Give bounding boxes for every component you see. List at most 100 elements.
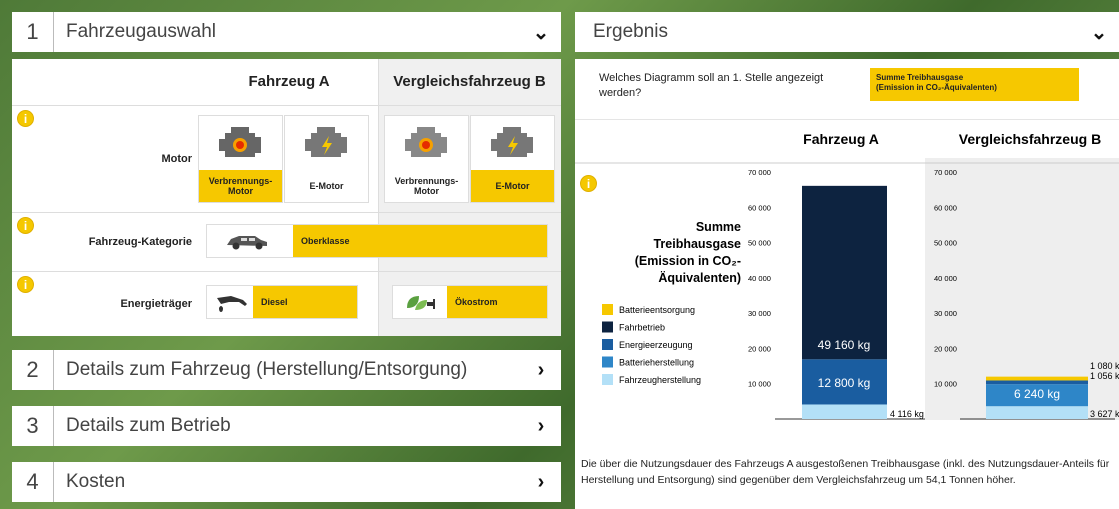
energy-value-a: Diesel bbox=[253, 286, 357, 318]
y-tick-label-a: 20 000 bbox=[748, 344, 771, 353]
chevron-right-icon[interactable]: › bbox=[521, 359, 561, 382]
panel-title: Fahrzeugauswahl bbox=[66, 21, 216, 42]
bar-segment bbox=[986, 380, 1088, 385]
y-tick-label-b: 40 000 bbox=[934, 274, 957, 283]
legend-swatch bbox=[602, 339, 613, 350]
motor-electric-a[interactable]: E-Motor bbox=[284, 115, 369, 203]
y-tick-label-a: 50 000 bbox=[748, 239, 771, 248]
divider bbox=[575, 119, 1119, 120]
y-tick-label-a: 70 000 bbox=[748, 168, 771, 177]
combustion-engine-icon bbox=[385, 116, 468, 172]
row-divider bbox=[12, 212, 561, 213]
summary-text: Die über die Nutzungsdauer des Fahrzeugs… bbox=[581, 458, 1110, 486]
category-value: Oberklasse bbox=[293, 225, 547, 257]
emissions-chart: Fahrzeug A Vergleichsfahrzeug B 70 000 70 0… bbox=[575, 131, 1119, 420]
bar-label-fahrbetrieb-a: 49 160 kg bbox=[818, 338, 871, 352]
info-icon[interactable]: i bbox=[17, 110, 34, 127]
y-tick-label-a: 10 000 bbox=[748, 380, 771, 389]
eco-plug-icon bbox=[403, 292, 439, 319]
y-tick-label-b: 50 000 bbox=[934, 239, 957, 248]
motor-combustion-a[interactable]: Verbrennungs-Motor bbox=[198, 115, 283, 203]
result-panel: Welches Diagramm soll an 1. Stelle angez… bbox=[575, 59, 1119, 509]
bar-label-entsorgung-b: 1 080 kg bbox=[1090, 361, 1119, 371]
panel-header-fahrzeugauswahl[interactable]: 1 Fahrzeugauswahl ⌄ bbox=[12, 12, 561, 52]
bar-segment bbox=[986, 376, 1088, 381]
y-axis-label: Treibhausgase bbox=[653, 237, 741, 251]
row-divider bbox=[12, 105, 561, 106]
chevron-right-icon[interactable]: › bbox=[521, 471, 561, 494]
legend-swatch bbox=[602, 374, 613, 385]
electric-engine-icon bbox=[471, 116, 554, 172]
chevron-right-icon[interactable]: › bbox=[521, 415, 561, 438]
y-tick-label-b: 30 000 bbox=[934, 309, 957, 318]
bar-label-batterie-b: 6 240 kg bbox=[1014, 387, 1060, 401]
panel-number: 3 bbox=[12, 406, 54, 446]
bar-label-energie-a: 12 800 kg bbox=[818, 376, 871, 390]
y-axis-label: (Emission in CO₂- bbox=[635, 254, 741, 268]
energy-select-b[interactable]: Ökostrom bbox=[392, 285, 548, 319]
panel-number: 2 bbox=[12, 350, 54, 390]
panel-title: Ergebnis bbox=[593, 21, 668, 42]
combustion-engine-icon bbox=[199, 116, 282, 172]
category-select[interactable]: Oberklasse bbox=[206, 224, 548, 258]
y-tick-label-b: 10 000 bbox=[934, 380, 957, 389]
bar-label-herstellung-a: 4 116 kg bbox=[890, 409, 924, 419]
legend-label: Fahrzeugherstellung bbox=[619, 375, 701, 385]
bar-segment bbox=[802, 404, 887, 419]
category-label: Fahrzeug-Kategorie bbox=[88, 236, 192, 248]
panel-number: 1 bbox=[12, 12, 54, 52]
motor-label: Motor bbox=[161, 153, 192, 165]
chevron-down-icon[interactable]: ⌄ bbox=[1079, 20, 1119, 45]
legend-swatch bbox=[602, 304, 613, 315]
bar-label-energie-b: 1 056 kg bbox=[1090, 371, 1119, 381]
panel-title: Details zum Betrieb bbox=[66, 415, 231, 436]
column-header-b: Vergleichsfahrzeug B bbox=[393, 73, 546, 90]
panel-header-ergebnis[interactable]: Ergebnis ⌄ bbox=[575, 12, 1119, 52]
y-tick-label-a: 40 000 bbox=[748, 274, 771, 283]
diagram-select[interactable]: Summe Treibhausgase (Emission in CO₂-Äqu… bbox=[870, 68, 1079, 101]
column-header-a: Fahrzeug A bbox=[248, 73, 330, 90]
chevron-down-icon[interactable]: ⌄ bbox=[521, 20, 561, 45]
panel-title: Details zum Fahrzeug (Herstellung/Entsor… bbox=[66, 359, 468, 380]
fuel-nozzle-icon bbox=[213, 290, 253, 321]
y-tick-label-a: 60 000 bbox=[748, 203, 771, 212]
bar-segment bbox=[802, 185, 887, 360]
car-icon bbox=[225, 233, 269, 256]
row-divider bbox=[12, 271, 561, 272]
motor-label-text: E-Motor bbox=[309, 181, 344, 191]
legend-swatch bbox=[602, 356, 613, 368]
vehicle-selection-panel: Fahrzeug A Vergleichsfahrzeug B i Motor … bbox=[12, 59, 561, 336]
motor-electric-b[interactable]: E-Motor bbox=[470, 115, 555, 203]
y-axis-label: Äquivalenten) bbox=[658, 270, 741, 285]
info-icon[interactable]: i bbox=[580, 175, 597, 192]
category-header-b: Vergleichsfahrzeug B bbox=[959, 131, 1101, 147]
info-icon[interactable]: i bbox=[17, 276, 34, 293]
legend-label: Batterieentsorgung bbox=[619, 305, 695, 315]
y-tick-label-b: 70 000 bbox=[934, 168, 957, 177]
diagram-select-line1: Summe Treibhausgase bbox=[876, 73, 964, 82]
energy-label: Energieträger bbox=[120, 298, 192, 310]
y-tick-label-a: 30 000 bbox=[748, 309, 771, 318]
panel-header-kosten[interactable]: 4 Kosten › bbox=[12, 462, 561, 502]
legend-swatch bbox=[602, 321, 613, 333]
motor-combustion-b[interactable]: Verbrennungs-Motor bbox=[384, 115, 469, 203]
legend-label: Fahrbetrieb bbox=[619, 323, 665, 333]
diagram-select-line2: (Emission in CO₂-Äquivalenten) bbox=[876, 83, 997, 92]
category-header-a: Fahrzeug A bbox=[803, 131, 879, 147]
y-tick-label-b: 20 000 bbox=[934, 344, 957, 353]
panel-header-details-betrieb[interactable]: 3 Details zum Betrieb › bbox=[12, 406, 561, 446]
motor-label-text: Verbrennungs-Motor bbox=[199, 170, 282, 202]
panel-number: 4 bbox=[12, 462, 54, 502]
energy-value-b: Ökostrom bbox=[447, 286, 547, 318]
panel-header-details-fahrzeug[interactable]: 2 Details zum Fahrzeug (Herstellung/Ents… bbox=[12, 350, 561, 390]
bar-label-herstellung-b: 3 627 kg bbox=[1090, 409, 1119, 419]
question-text: Welches Diagramm soll an 1. Stelle angez… bbox=[599, 72, 824, 99]
motor-label-text: E-Motor bbox=[471, 170, 554, 202]
motor-label-text: Verbrennungs-Motor bbox=[394, 176, 459, 196]
info-icon[interactable]: i bbox=[17, 217, 34, 234]
bar-segment bbox=[986, 406, 1088, 419]
energy-select-a[interactable]: Diesel bbox=[206, 285, 358, 319]
legend-label: Energieerzeugung bbox=[619, 340, 693, 350]
y-axis-label: Summe bbox=[696, 220, 741, 234]
electric-engine-icon bbox=[285, 116, 368, 172]
